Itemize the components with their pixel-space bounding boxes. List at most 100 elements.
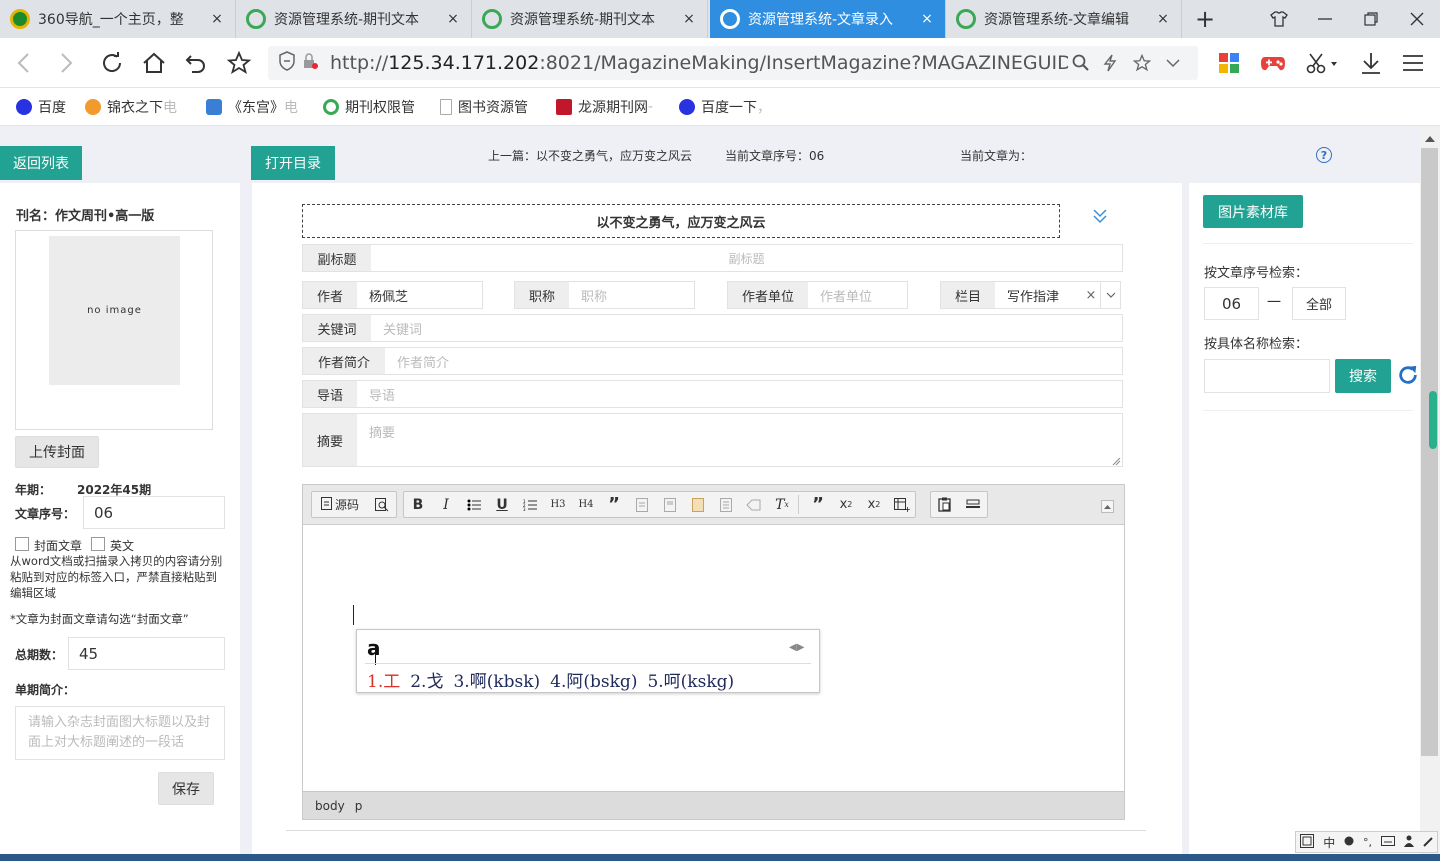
search-icon[interactable] xyxy=(1068,48,1094,78)
close-icon[interactable]: × xyxy=(681,11,697,27)
paste-icon[interactable] xyxy=(931,492,959,517)
menu-icon[interactable] xyxy=(1396,46,1430,80)
keyboard-icon[interactable] xyxy=(1380,835,1395,849)
tab-resource-1[interactable]: 资源管理系统-期刊文本 × xyxy=(236,0,472,38)
apps-grid-icon[interactable] xyxy=(1212,46,1246,80)
game-controller-icon[interactable] xyxy=(1256,46,1290,80)
name-search-input[interactable] xyxy=(1204,359,1330,393)
seq-from-input[interactable]: 06 xyxy=(1204,287,1259,320)
subscript-icon[interactable]: x2 xyxy=(832,492,860,517)
close-icon[interactable]: × xyxy=(209,11,225,27)
column-select[interactable]: 写作指津 xyxy=(995,286,1082,305)
ime-candidate[interactable]: 4.阿(bskg) xyxy=(550,667,637,692)
upload-cover-button[interactable]: 上传封面 xyxy=(15,436,99,468)
restore-icon[interactable] xyxy=(1348,0,1394,38)
help-icon[interactable]: ? xyxy=(1316,147,1332,163)
ime-candidate[interactable]: 2.戈 xyxy=(410,667,443,692)
quote-icon[interactable]: ” xyxy=(600,492,628,517)
bookmark-books[interactable]: 图书资源管 xyxy=(440,96,528,118)
lead-input[interactable]: 导语 xyxy=(357,385,395,404)
undo-close-icon[interactable] xyxy=(179,46,213,80)
scroll-up-icon[interactable] xyxy=(1425,132,1435,142)
superscript-icon[interactable]: x2 xyxy=(860,492,888,517)
page-scrollbar[interactable] xyxy=(1420,126,1440,861)
back-icon[interactable] xyxy=(6,46,40,80)
keywords-input[interactable]: 关键词 xyxy=(371,319,422,338)
chevron-down-icon[interactable] xyxy=(1158,48,1188,78)
bookmark-baidu-search[interactable]: 百度一下， xyxy=(679,96,771,118)
ime-candidate[interactable]: 5.呵(kskg) xyxy=(647,667,734,692)
close-icon[interactable]: × xyxy=(1155,11,1171,27)
ime-mode-toggle[interactable]: 中 xyxy=(1323,834,1335,851)
scroll-indicator[interactable] xyxy=(1429,391,1437,449)
heading3-button[interactable]: H3 xyxy=(544,492,572,517)
image-library-button[interactable]: 图片素材库 xyxy=(1203,195,1303,228)
close-icon[interactable]: × xyxy=(919,11,935,27)
document-icon[interactable] xyxy=(712,492,740,517)
preview-icon[interactable] xyxy=(368,492,396,517)
bold-icon[interactable]: B xyxy=(404,492,432,517)
bookmark-star-icon[interactable] xyxy=(1126,48,1158,78)
subtitle-input[interactable]: 副标题 xyxy=(371,250,1122,267)
image-icon[interactable] xyxy=(684,492,712,517)
clear-format-icon[interactable]: Tx xyxy=(768,492,796,517)
ime-logo-icon[interactable] xyxy=(1300,833,1315,851)
minimize-icon[interactable] xyxy=(1302,0,1348,38)
window-close-icon[interactable] xyxy=(1394,0,1440,38)
ime-candidate[interactable]: 3.啊(kbsk) xyxy=(453,667,540,692)
jobtitle-input[interactable]: 职称 xyxy=(569,286,607,305)
path-p[interactable]: p xyxy=(355,799,363,813)
italic-icon[interactable]: I xyxy=(432,492,460,517)
user-icon[interactable] xyxy=(1403,835,1414,850)
tab-360-nav[interactable]: 360导航_一个主页，整 × xyxy=(0,0,236,38)
clear-icon[interactable]: × xyxy=(1082,288,1100,303)
english-checkbox[interactable] xyxy=(91,537,105,551)
bookmark-longyuan[interactable]: 龙源期刊网 - xyxy=(556,96,653,118)
abstract-textarea[interactable]: 摘要 xyxy=(357,414,395,466)
bookmark-permission[interactable]: 期刊权限管 xyxy=(323,96,415,118)
template-icon[interactable] xyxy=(656,492,684,517)
article-title-input[interactable]: 以不变之勇气，应万变之风云 xyxy=(302,204,1060,238)
open-toc-button[interactable]: 打开目录 xyxy=(251,146,335,180)
insert-table-icon[interactable]: + xyxy=(888,492,916,517)
double-chevron-down-icon[interactable] xyxy=(1092,207,1112,227)
close-icon[interactable]: × xyxy=(445,11,461,27)
underline-icon[interactable]: U xyxy=(488,492,516,517)
refresh-icon[interactable] xyxy=(95,46,129,80)
author-input[interactable]: 杨佩芝 xyxy=(357,286,408,305)
favorite-star-icon[interactable] xyxy=(222,46,256,80)
scroll-track[interactable] xyxy=(1421,148,1438,756)
tab-article-edit[interactable]: 资源管理系统-文章编辑 × xyxy=(946,0,1182,38)
download-icon[interactable] xyxy=(1354,46,1388,80)
chevron-down-icon[interactable] xyxy=(1100,282,1120,308)
bullet-list-icon[interactable] xyxy=(460,492,488,517)
refresh-icon[interactable] xyxy=(1397,364,1421,388)
numbered-list-icon[interactable]: 123 xyxy=(516,492,544,517)
new-tab-button[interactable]: + xyxy=(1182,0,1228,38)
back-to-list-button[interactable]: 返回列表 xyxy=(0,146,82,180)
shirt-skin-icon[interactable] xyxy=(1256,0,1302,38)
bookmark-baidu[interactable]: 百度 xyxy=(16,96,66,118)
full-width-icon[interactable] xyxy=(1344,835,1354,849)
tools-icon[interactable] xyxy=(1422,835,1433,850)
path-body[interactable]: body xyxy=(315,799,345,813)
ime-candidate[interactable]: 1.工 xyxy=(367,667,400,692)
bookmark-donggong[interactable]: 《东宫》电 xyxy=(206,96,298,118)
scissors-icon[interactable] xyxy=(1300,46,1344,80)
home-icon[interactable] xyxy=(137,46,171,80)
lightning-icon[interactable] xyxy=(1094,48,1126,78)
heading4-button[interactable]: H4 xyxy=(572,492,600,517)
resize-grip-icon[interactable] xyxy=(1111,455,1121,466)
search-button[interactable]: 搜索 xyxy=(1335,359,1391,393)
url-bar[interactable]: http://125.34.171.202:8021/MagazineMakin… xyxy=(268,46,1198,80)
intro-textarea[interactable]: 请输入杂志封面图大标题以及封面上对大标题阐述的一段话 xyxy=(15,706,225,760)
collapse-toolbar-icon[interactable] xyxy=(1101,500,1114,513)
cover-article-checkbox[interactable] xyxy=(15,537,29,551)
tag-icon[interactable] xyxy=(740,492,768,517)
ime-page-arrows-icon[interactable]: ◀▶ xyxy=(789,642,804,653)
total-issues-input[interactable]: 45 xyxy=(68,637,225,670)
unit-input[interactable]: 作者单位 xyxy=(808,286,872,305)
seq-to-select[interactable]: 全部 xyxy=(1292,287,1346,320)
seq-input[interactable]: 06 xyxy=(83,496,225,529)
forward-icon[interactable] xyxy=(50,46,84,80)
